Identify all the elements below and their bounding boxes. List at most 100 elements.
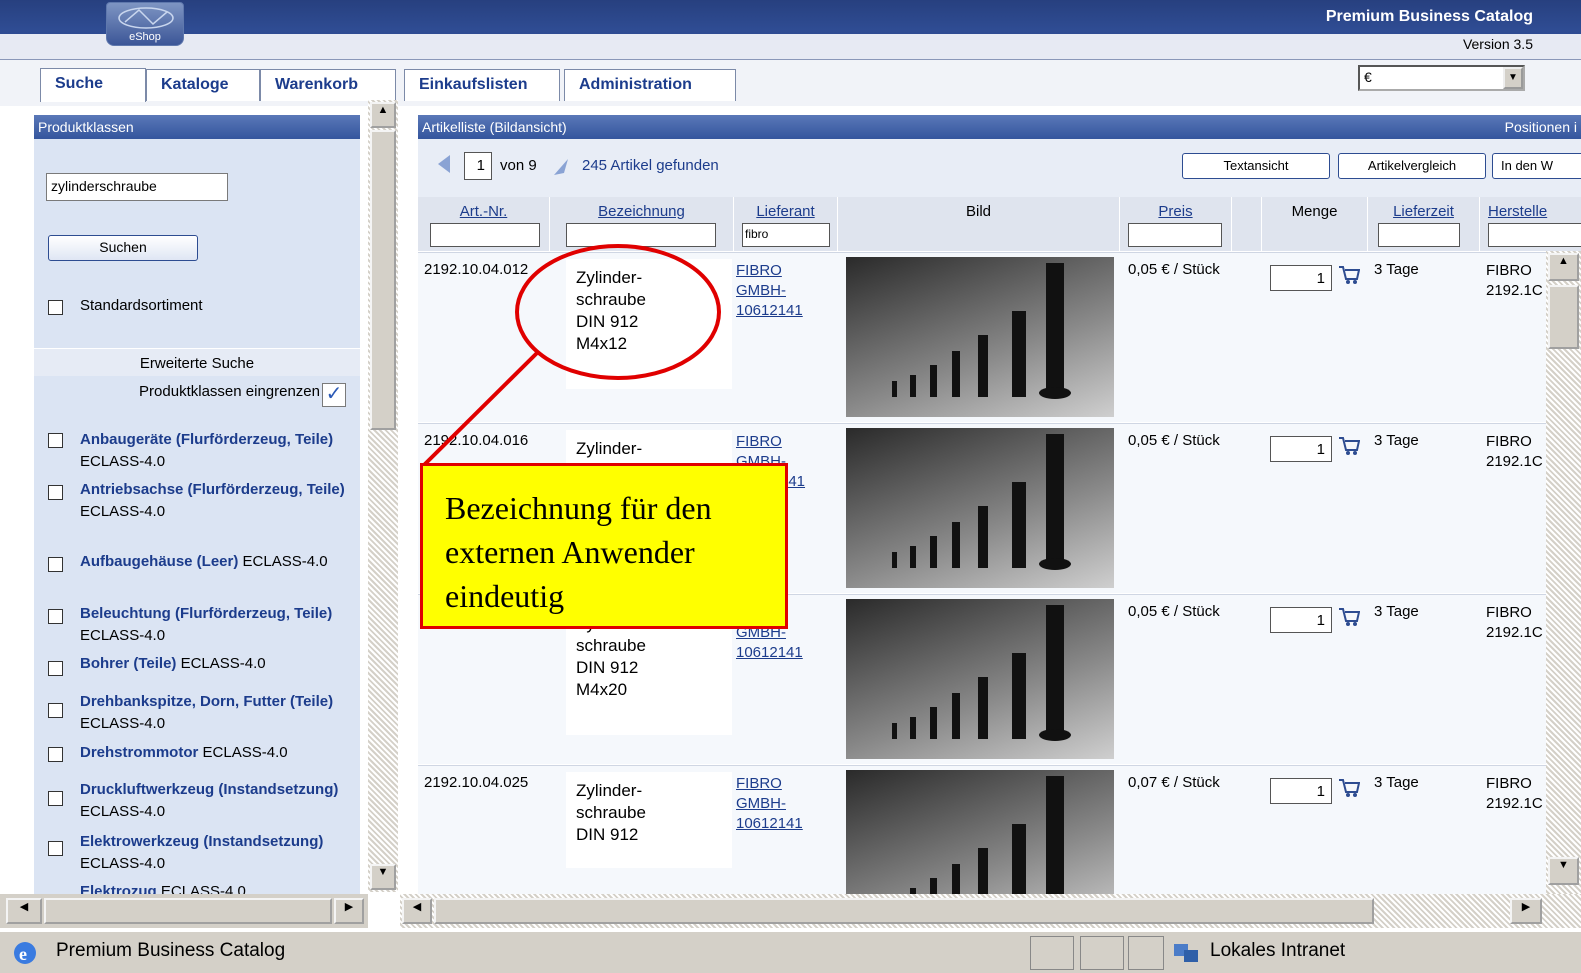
class-item[interactable]: Elektrozug ECLASS-4.0 <box>80 881 355 895</box>
class-item[interactable]: Drehstrommotor ECLASS-4.0 <box>80 742 355 764</box>
class-checkbox[interactable] <box>48 841 63 856</box>
quantity-input[interactable]: 1 <box>1270 265 1332 291</box>
add-to-cart-button[interactable]: In den W <box>1492 153 1581 179</box>
product-image[interactable] <box>846 770 1114 895</box>
supplier-link[interactable]: FIBRO GMBH- 10612141 <box>736 774 803 834</box>
restrict-checkbox[interactable]: ✓ <box>322 383 346 407</box>
desc-line: DIN 912 <box>576 658 639 677</box>
class-item[interactable]: Aufbaugehäuse (Leer) ECLASS-4.0 <box>80 551 360 573</box>
filter-lieferzeit[interactable] <box>1378 223 1460 247</box>
class-item[interactable]: Druckluftwerkzeug (Instandsetzung) ECLAS… <box>80 779 360 823</box>
scroll-thumb[interactable] <box>434 898 1374 924</box>
tab-warenkorb[interactable]: Warenkorb <box>260 69 396 101</box>
delivery-time: 3 Tage <box>1374 432 1419 449</box>
tab-suche[interactable]: Suche <box>40 68 146 102</box>
product-image[interactable] <box>846 599 1114 759</box>
filter-preis[interactable] <box>1128 223 1222 247</box>
text-view-button[interactable]: Textansicht <box>1182 153 1330 179</box>
scroll-thumb[interactable] <box>1548 285 1579 349</box>
table-vertical-scrollbar[interactable]: ▲ ▼ <box>1546 251 1581 895</box>
class-checkbox[interactable] <box>48 433 63 448</box>
quantity-input[interactable]: 1 <box>1270 436 1332 462</box>
tab-kataloge[interactable]: Kataloge <box>146 69 260 101</box>
manufacturer-line: FIBRO <box>1486 262 1532 279</box>
scroll-down-icon[interactable]: ▼ <box>1548 857 1579 885</box>
class-item[interactable]: Antriebsachse (Flurförderzeug, Teile) EC… <box>80 479 360 523</box>
currency-select[interactable]: € ▼ <box>1358 65 1525 91</box>
scroll-left-icon[interactable]: ◀ <box>402 898 432 924</box>
scroll-up-icon[interactable]: ▲ <box>1548 253 1579 281</box>
article-list-title: Artikelliste (Bildansicht) Positionen i <box>418 115 1581 139</box>
scroll-thumb[interactable] <box>370 130 396 430</box>
class-item[interactable]: Beleuchtung (Flurförderzeug, Teile) ECLA… <box>80 603 350 647</box>
class-item[interactable]: Bohrer (Teile) ECLASS-4.0 <box>80 653 355 675</box>
desc-line: M4x20 <box>576 680 628 699</box>
page-input[interactable]: 1 <box>464 152 492 180</box>
col-preis-label: Preis <box>1158 203 1193 220</box>
supplier-link[interactable]: GMBH- 10612141 <box>736 623 803 663</box>
scroll-right-icon[interactable]: ▶ <box>1510 898 1542 924</box>
tab-einkaufslisten[interactable]: Einkaufslisten <box>404 69 560 101</box>
prev-page-icon[interactable] <box>438 155 450 173</box>
col-hersteller-label: Herstelle <box>1488 203 1548 220</box>
class-name: Druckluftwerkzeug (Instandsetzung) <box>80 781 339 798</box>
manufacturer: FIBRO 2192.1C <box>1486 774 1543 814</box>
delivery-time: 3 Tage <box>1374 603 1419 620</box>
scroll-down-icon[interactable]: ▼ <box>370 864 396 890</box>
supplier-line: GMBH- <box>736 795 786 812</box>
cart-icon[interactable] <box>1338 263 1360 285</box>
svg-text:e: e <box>19 944 27 964</box>
quantity-input[interactable]: 1 <box>1270 778 1332 804</box>
class-checkbox[interactable] <box>48 747 63 762</box>
class-name: Bohrer (Teile) <box>80 655 177 672</box>
left-horizontal-scrollbar[interactable]: ◀ ▶ <box>0 894 368 928</box>
supplier-line: FIBRO <box>736 433 782 450</box>
status-bar: e Premium Business Catalog Lokales Intra… <box>0 930 1581 973</box>
class-checkbox[interactable] <box>48 557 63 572</box>
status-cell <box>1080 936 1124 970</box>
supplier-link[interactable]: FIBRO GMBH- 10612141 <box>736 261 803 321</box>
delivery-time: 3 Tage <box>1374 774 1419 791</box>
status-title: Premium Business Catalog <box>56 940 286 961</box>
desc-line: DIN 912 <box>576 825 639 844</box>
class-standard: ECLASS-4.0 <box>180 655 266 672</box>
search-input[interactable]: zylinderschraube <box>46 173 228 201</box>
left-vertical-scrollbar[interactable]: ▲ ▼ <box>368 100 398 892</box>
scroll-thumb[interactable] <box>44 898 332 924</box>
product-image[interactable] <box>846 257 1114 417</box>
class-checkbox[interactable] <box>48 661 63 676</box>
app-window: eShop Premium Business Catalog Version 3… <box>0 0 1581 973</box>
scroll-up-icon[interactable]: ▲ <box>370 102 396 128</box>
class-standard: ECLASS-4.0 <box>80 855 166 872</box>
class-checkbox[interactable] <box>48 791 63 806</box>
filter-hersteller[interactable] <box>1488 223 1581 247</box>
quantity-input[interactable]: 1 <box>1270 607 1332 633</box>
class-item[interactable]: Elektrowerkzeug (Instandsetzung) ECLASS-… <box>80 831 360 875</box>
manufacturer: FIBRO 2192.1C <box>1486 261 1543 301</box>
tab-administration[interactable]: Administration <box>564 69 736 101</box>
product-image[interactable] <box>846 428 1114 588</box>
compare-button[interactable]: Artikelvergleich <box>1338 153 1486 179</box>
class-checkbox[interactable] <box>48 703 63 718</box>
cart-icon[interactable] <box>1338 434 1360 456</box>
cart-icon[interactable] <box>1338 776 1360 798</box>
standard-checkbox[interactable] <box>48 300 63 315</box>
search-button[interactable]: Suchen <box>48 235 198 261</box>
cart-icon[interactable] <box>1338 605 1360 627</box>
right-horizontal-scrollbar[interactable]: ◀ ▶ <box>400 894 1581 928</box>
next-page-icon[interactable] <box>554 159 568 175</box>
table-row: 2192.10.04.025 Zylinder-schraube DIN 912 … <box>418 765 1581 895</box>
scroll-left-icon[interactable]: ◀ <box>6 898 42 924</box>
price: 0,05 € / Stück <box>1128 432 1220 449</box>
extended-search-header[interactable]: Erweiterte Suche <box>34 348 360 376</box>
class-item[interactable]: Anbaugeräte (Flurförderzeug, Teile) ECLA… <box>80 429 350 473</box>
class-item[interactable]: Drehbankspitze, Dorn, Futter (Teile) ECL… <box>80 691 350 735</box>
positions-label: Positionen i <box>1504 119 1577 135</box>
class-checkbox[interactable] <box>48 485 63 500</box>
scroll-right-icon[interactable]: ▶ <box>334 898 364 924</box>
price: 0,05 € / Stück <box>1128 603 1220 620</box>
class-checkbox[interactable] <box>48 609 63 624</box>
filter-lieferant[interactable]: fibro <box>742 223 830 247</box>
eshop-logo[interactable]: eShop <box>106 2 184 46</box>
chevron-down-icon[interactable]: ▼ <box>1503 67 1523 89</box>
